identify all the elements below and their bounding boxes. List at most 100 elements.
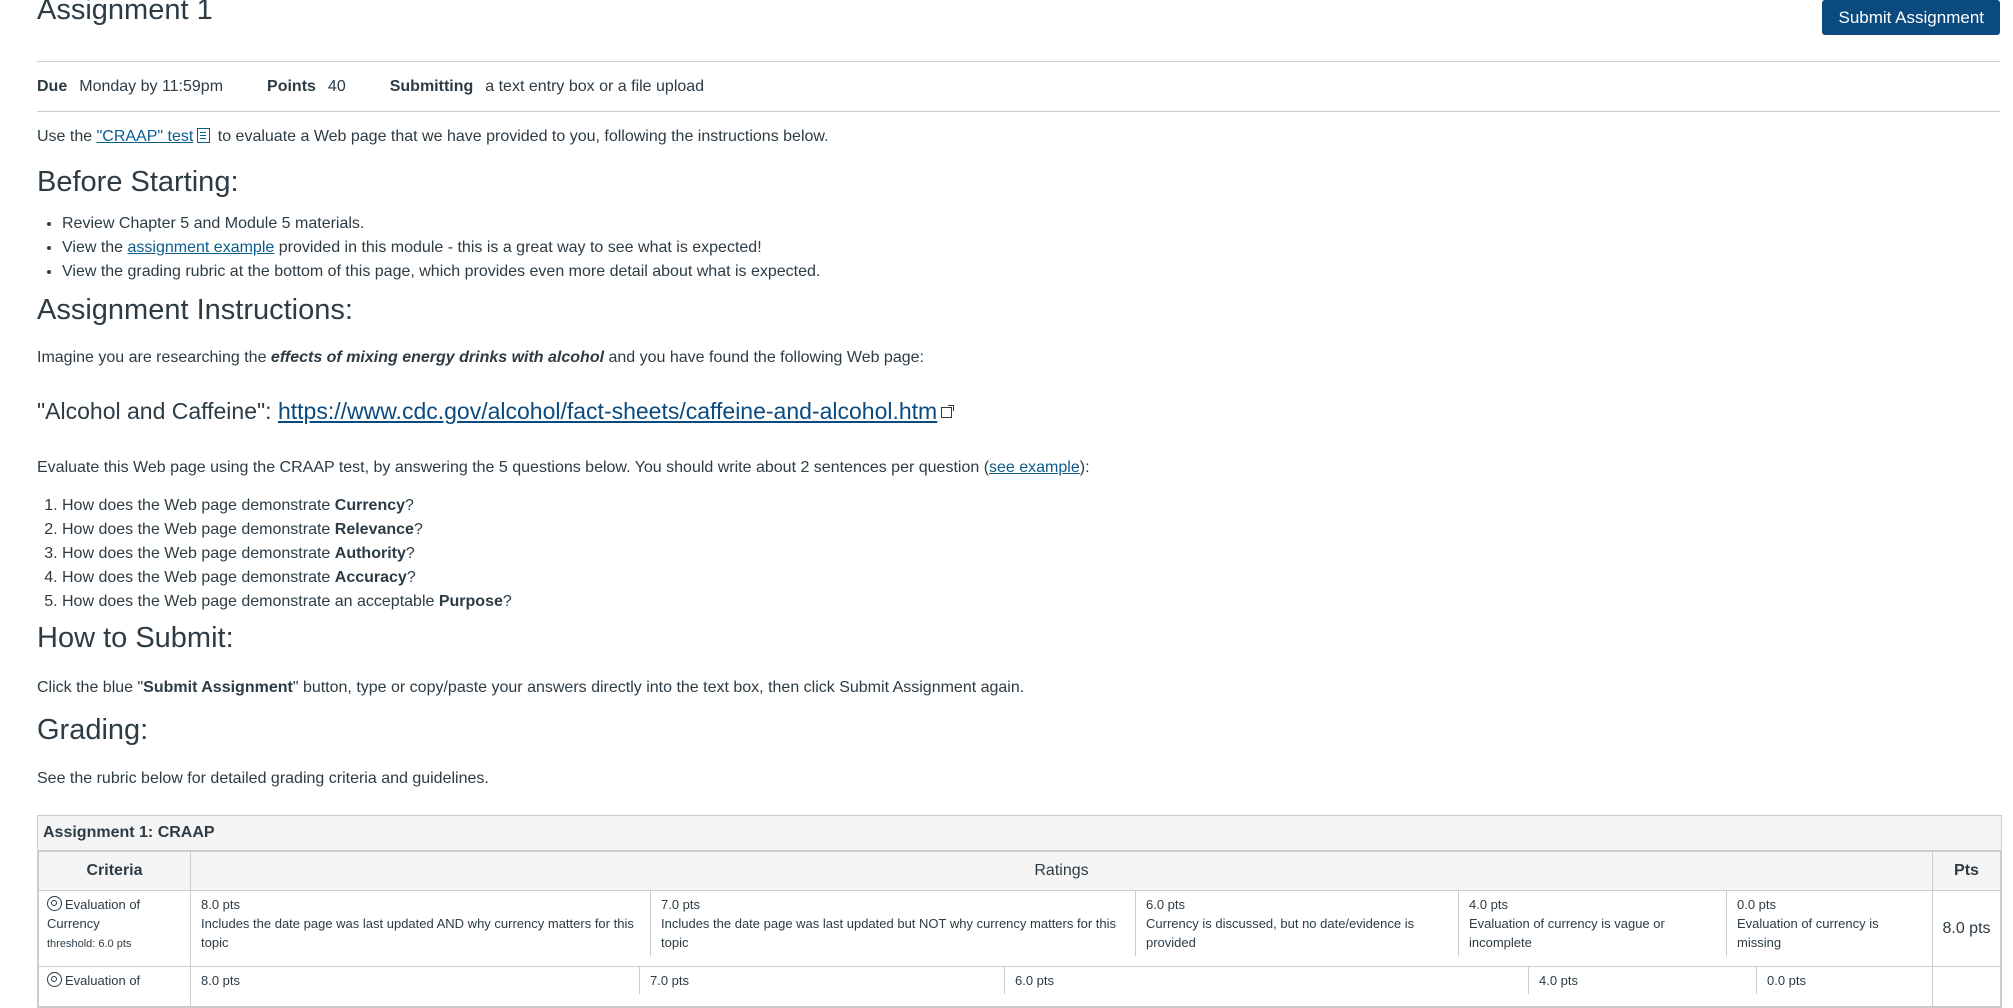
rating-description: Includes the date page was last updated … bbox=[661, 916, 1116, 950]
outcome-target-icon bbox=[47, 896, 62, 911]
eval-pre: Evaluate this Web page using the CRAAP t… bbox=[37, 459, 990, 476]
rating-points: 6.0 pts bbox=[1015, 973, 1055, 988]
due-value: Monday by 11:59pm bbox=[79, 77, 224, 95]
imagine-text: Imagine you are researching the effects … bbox=[37, 349, 924, 367]
pts-header: Pts bbox=[1932, 851, 2001, 891]
ratings-cell: 8.0 pts 7.0 pts 6.0 pts 4.0 pts 0.0 pts bbox=[190, 966, 1933, 1007]
criterion-cell: Evaluation of bbox=[38, 966, 191, 1007]
rating: 7.0 pts bbox=[640, 967, 1005, 994]
points-label: Points bbox=[267, 77, 316, 95]
rating-points: 4.0 pts bbox=[1469, 897, 1509, 912]
rubric: Assignment 1: CRAAP Criteria Ratings Pts… bbox=[37, 815, 2002, 1008]
rating: 4.0 pts Evaluation of currency is vague o… bbox=[1459, 891, 1727, 956]
cdc-label: "Alcohol and Caffeine": bbox=[37, 398, 278, 424]
question-relevance: How does the Web page demonstrate Releva… bbox=[62, 518, 512, 542]
rating-points: 7.0 pts bbox=[661, 897, 701, 912]
question-keyword: Authority bbox=[334, 545, 406, 562]
submitting-label: Submitting bbox=[389, 77, 474, 95]
rating-description: Currency is discussed, but no date/evide… bbox=[1146, 916, 1415, 950]
submit-bold: Submit Assignment bbox=[143, 679, 293, 696]
table-row: Evaluation of 8.0 pts 7.0 pts 6.0 pts 4.… bbox=[38, 966, 2001, 1007]
due-label: Due bbox=[37, 77, 68, 95]
rating: 8.0 pts bbox=[191, 967, 640, 994]
ratings-list: 8.0 pts Includes the date page was last u… bbox=[191, 891, 1932, 956]
imagine-pre: Imagine you are researching the bbox=[37, 349, 271, 366]
rating-points: 7.0 pts bbox=[650, 973, 690, 988]
criterion-points: 8.0 pts bbox=[1932, 890, 2001, 967]
rubric-header-row: Criteria Ratings Pts bbox=[38, 851, 2001, 891]
rating: 6.0 pts bbox=[1005, 967, 1529, 994]
rating: 7.0 pts Includes the date page was last u… bbox=[651, 891, 1136, 956]
see-example-link[interactable]: see example bbox=[989, 459, 1080, 476]
assignment-example-link[interactable]: assignment example bbox=[128, 239, 275, 256]
question-prefix: How does the Web page demonstrate an acc… bbox=[62, 593, 439, 610]
page-title: Assignment 1 bbox=[37, 0, 213, 26]
how-to-submit-text: Click the blue "Submit Assignment" butto… bbox=[37, 679, 1024, 697]
points-detail: Points 40 bbox=[267, 78, 346, 96]
criterion-threshold: threshold: 6.0 pts bbox=[47, 938, 132, 950]
rating: 4.0 pts bbox=[1529, 967, 1757, 994]
rating-points: 8.0 pts bbox=[201, 897, 241, 912]
submitting-detail: Submitting a text entry box or a file upl… bbox=[390, 78, 704, 96]
before-starting-heading: Before Starting: bbox=[37, 166, 239, 198]
list-item: View the assignment example provided in … bbox=[62, 236, 820, 260]
question-prefix: How does the Web page demonstrate bbox=[62, 545, 335, 562]
rating: 8.0 pts Includes the date page was last u… bbox=[191, 891, 651, 956]
grading-text: See the rubric below for detailed gradin… bbox=[37, 770, 489, 787]
craap-test-link[interactable]: "CRAAP" test bbox=[97, 128, 194, 145]
assignment-details: Due Monday by 11:59pm Points 40 Submitting… bbox=[37, 61, 2000, 112]
rating: 0.0 pts Evaluation of currency is missing bbox=[1727, 891, 1932, 956]
eval-post: ): bbox=[1079, 459, 1090, 476]
criteria-header: Criteria bbox=[38, 851, 191, 891]
rating-description: Includes the date page was last updated … bbox=[201, 916, 634, 950]
submit-post: " button, type or copy/paste your answer… bbox=[292, 679, 1025, 696]
submit-pre: Click the blue " bbox=[37, 679, 144, 696]
rating-description: Evaluation of currency is missing bbox=[1737, 916, 1879, 950]
criterion-points bbox=[1932, 966, 2001, 1007]
rubric-table: Criteria Ratings Pts Evaluation of Curre… bbox=[38, 851, 2001, 1007]
question-keyword: Accuracy bbox=[334, 569, 407, 586]
before-starting-list: Review Chapter 5 and Module 5 materials.… bbox=[37, 212, 820, 284]
submitting-value: a text entry box or a file upload bbox=[485, 77, 705, 95]
assignment-instructions-heading: Assignment Instructions: bbox=[37, 294, 353, 326]
rating-points: 6.0 pts bbox=[1146, 897, 1186, 912]
question-keyword: Currency bbox=[334, 497, 406, 514]
criterion-name: Evaluation of bbox=[65, 897, 141, 912]
list-item: Review Chapter 5 and Module 5 materials. bbox=[62, 212, 820, 236]
list-item: View the grading rubric at the bottom of… bbox=[62, 260, 820, 284]
rating-points: 0.0 pts bbox=[1737, 897, 1777, 912]
outcome-target-icon bbox=[47, 972, 62, 987]
question-prefix: How does the Web page demonstrate bbox=[62, 497, 335, 514]
table-row: Evaluation of Currency threshold: 6.0 pt… bbox=[38, 890, 2001, 967]
imagine-post: and you have found the following Web pag… bbox=[604, 349, 924, 366]
rating-points: 4.0 pts bbox=[1539, 973, 1579, 988]
rating: 6.0 pts Currency is discussed, but no dat… bbox=[1136, 891, 1459, 956]
imagine-emphasis: effects of mixing energy drinks with alc… bbox=[270, 349, 605, 366]
ratings-header: Ratings bbox=[190, 851, 1933, 891]
grading-heading: Grading: bbox=[37, 714, 149, 746]
question-prefix: How does the Web page demonstrate bbox=[62, 569, 335, 586]
intro-post: to evaluate a Web page that we have prov… bbox=[213, 128, 829, 145]
submit-assignment-button[interactable]: Submit Assignment bbox=[1822, 0, 2000, 35]
document-preview-icon[interactable] bbox=[197, 128, 211, 143]
rubric-title: Assignment 1: CRAAP bbox=[38, 816, 2001, 851]
intro-pre: Use the bbox=[37, 128, 97, 145]
craap-questions-list: How does the Web page demonstrate Curren… bbox=[37, 494, 512, 614]
cdc-caffeine-alcohol-link[interactable]: https://www.cdc.gov/alcohol/fact-sheets/… bbox=[278, 398, 937, 424]
criterion-name: Evaluation of bbox=[65, 973, 141, 988]
question-accuracy: How does the Web page demonstrate Accura… bbox=[62, 566, 512, 590]
question-purpose: How does the Web page demonstrate an acc… bbox=[62, 590, 512, 614]
intro-text: Use the "CRAAP" test to evaluate a Web p… bbox=[37, 128, 829, 146]
ratings-cell: 8.0 pts Includes the date page was last u… bbox=[190, 890, 1933, 967]
rating: 0.0 pts bbox=[1757, 967, 1932, 994]
external-link-icon bbox=[941, 405, 955, 418]
ratings-list: 8.0 pts 7.0 pts 6.0 pts 4.0 pts 0.0 pts bbox=[191, 967, 1932, 994]
rating-points: 8.0 pts bbox=[201, 973, 241, 988]
question-prefix: How does the Web page demonstrate bbox=[62, 521, 335, 538]
points-value: 40 bbox=[327, 77, 346, 95]
criterion-name-2: Currency bbox=[47, 916, 100, 931]
evaluate-text: Evaluate this Web page using the CRAAP t… bbox=[37, 459, 1090, 477]
cdc-page-line: "Alcohol and Caffeine": https://www.cdc.… bbox=[37, 398, 955, 425]
criterion-cell: Evaluation of Currency threshold: 6.0 pt… bbox=[38, 890, 191, 967]
item2-pre: View the bbox=[62, 239, 128, 256]
